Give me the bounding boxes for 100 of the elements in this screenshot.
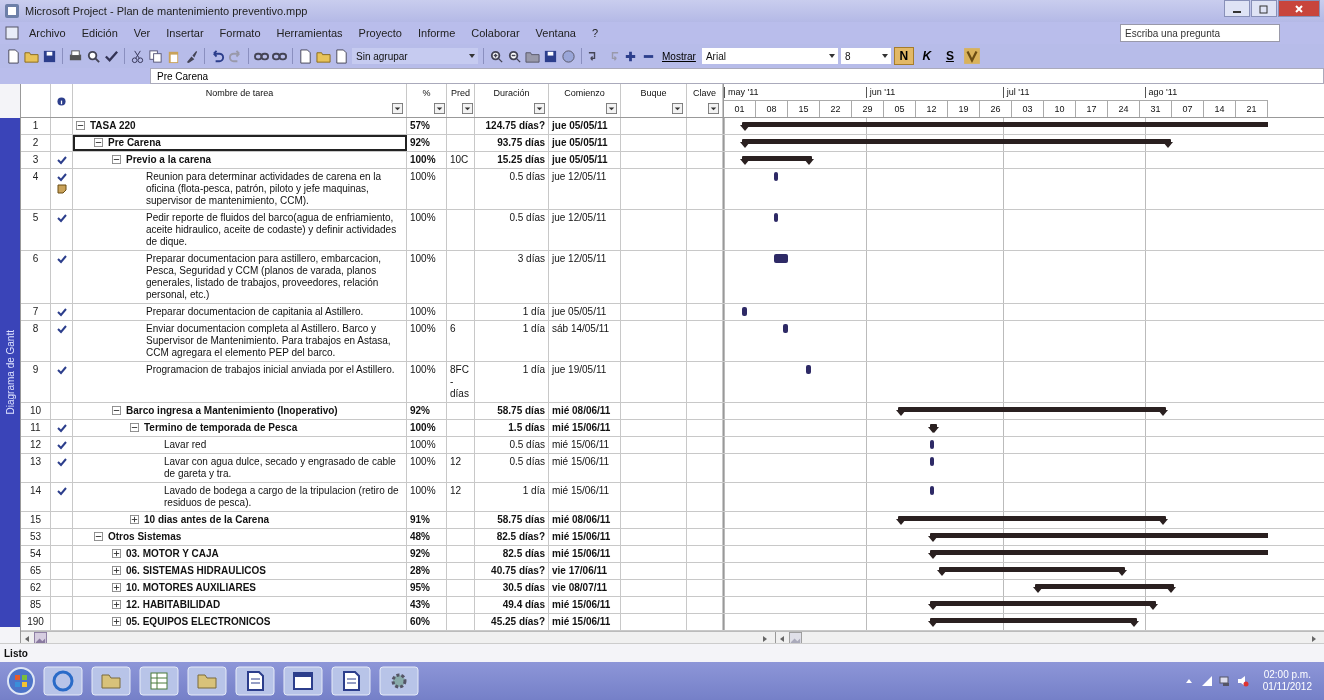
entry-field[interactable]: Pre Carena <box>150 68 1324 84</box>
menu-item[interactable]: Ventana <box>528 25 583 41</box>
duration: 40.75 días? <box>491 565 545 576</box>
start-date: jue 12/05/11 <box>552 171 607 182</box>
italic-button[interactable]: K <box>916 47 937 65</box>
menu-item[interactable]: Colaborar <box>464 25 527 41</box>
row-number[interactable]: 3 <box>21 152 51 168</box>
row-number[interactable]: 12 <box>21 437 51 453</box>
week-label: 26 <box>980 101 1012 117</box>
menu-item[interactable]: ? <box>585 25 606 41</box>
month-label: ago '11 <box>1144 87 1178 98</box>
view-bar[interactable]: Diagrama de Gantt <box>0 118 20 627</box>
percent-complete: 100% <box>410 253 436 264</box>
row-number[interactable]: 85 <box>21 597 51 613</box>
row-number[interactable]: 11 <box>21 420 51 436</box>
menu-item[interactable]: Herramientas <box>269 25 350 41</box>
percent-complete: 100% <box>410 171 436 182</box>
duration: 0.5 días <box>509 212 545 223</box>
task-name: 12. HABITABILIDAD <box>126 599 222 611</box>
duration: 0.5 días <box>509 456 545 467</box>
percent-complete: 28% <box>410 565 430 576</box>
start-date: jue 12/05/11 <box>552 253 607 264</box>
row-number[interactable]: 54 <box>21 546 51 562</box>
start-date: mié 15/06/11 <box>552 616 611 627</box>
row-number[interactable]: 13 <box>21 454 51 482</box>
task-name: Lavado de bodega a cargo de la tripulacion (retiro de residuos de pesca). <box>164 485 400 509</box>
row-number[interactable]: 15 <box>21 512 51 528</box>
duration: 58.75 días <box>497 514 545 525</box>
start-date: jue 12/05/11 <box>552 212 607 223</box>
start-date: mié 15/06/11 <box>552 439 610 450</box>
duration: 45.25 días? <box>491 616 545 627</box>
menu-item[interactable]: Proyecto <box>351 25 409 41</box>
percent-complete: 92% <box>410 405 430 416</box>
task-name: Termino de temporada de Pesca <box>144 422 299 434</box>
column-header[interactable]: Nombre de tarea <box>205 87 274 99</box>
start-date: jue 19/05/11 <box>552 364 607 375</box>
week-label: 21 <box>1236 101 1268 117</box>
row-number[interactable]: 4 <box>21 169 51 209</box>
row-number[interactable]: 53 <box>21 529 51 545</box>
menu-item[interactable]: Insertar <box>159 25 211 41</box>
column-header[interactable]: Duración <box>493 87 530 99</box>
task-name: 03. MOTOR Y CAJA <box>126 548 220 560</box>
task-name: Programacion de trabajos inicial anviada por el Astillero. <box>146 364 396 376</box>
help-search-field[interactable]: Escriba una pregunta <box>1120 24 1280 42</box>
row-number[interactable]: 14 <box>21 483 51 511</box>
week-label: 01 <box>724 101 756 117</box>
row-number[interactable]: 2 <box>21 135 51 151</box>
menu-item[interactable]: Archivo <box>22 25 73 41</box>
group-dropdown[interactable]: Sin agrupar <box>352 48 478 64</box>
duration: 82.5 días <box>502 548 545 559</box>
row-number[interactable]: 62 <box>21 580 51 596</box>
task-name: Preparar documentacion para astillero, embarcacion, Pesca, Seguridad y CCM (planos de varada, planos generales, listado de trabajos, proveedores, relación personal, etc.) <box>146 253 383 301</box>
start-date: jue 05/05/11 <box>552 306 607 317</box>
column-header[interactable]: % <box>422 87 431 99</box>
show-button[interactable]: Mostrar <box>659 50 699 62</box>
percent-complete: 100% <box>410 485 436 496</box>
task-name: Pedir reporte de fluidos del barco(agua de enfriamiento, aceite hidraulico, aceite de codaste) y definir actividades de dique. <box>146 212 398 248</box>
week-label: 14 <box>1204 101 1236 117</box>
underline-button[interactable]: S <box>939 47 960 65</box>
font-dropdown[interactable]: Arial <box>701 48 838 64</box>
column-header[interactable]: Comienzo <box>564 87 605 99</box>
task-name: Enviar documentacion completa al Astillero. Barco y Supervisor de Mantenimiento. Para trabajos en Astasa, CCM agregara el elemento PEP del barco. <box>146 323 392 359</box>
column-header[interactable]: Buque <box>640 87 667 99</box>
week-label: 19 <box>948 101 980 117</box>
row-number[interactable]: 8 <box>21 321 51 361</box>
row-number[interactable]: 5 <box>21 210 51 250</box>
menu-item[interactable]: Edición <box>74 25 125 41</box>
month-label: may '11 <box>724 87 759 98</box>
window-title: Microsoft Project - Plan de mantenimiento preventivo.mpp <box>25 5 308 17</box>
week-label: 05 <box>884 101 916 117</box>
bold-button[interactable]: N <box>893 47 914 65</box>
row-number[interactable]: 1 <box>21 118 51 134</box>
percent-complete: 91% <box>410 514 430 525</box>
menu-item[interactable]: Formato <box>212 25 268 41</box>
row-number[interactable]: 10 <box>21 403 51 419</box>
duration: 1 día <box>522 364 545 375</box>
row-number[interactable]: 7 <box>21 304 51 320</box>
percent-complete: 48% <box>410 531 430 542</box>
percent-complete: 92% <box>410 548 430 559</box>
menu-item[interactable]: Informe <box>411 25 463 41</box>
row-number[interactable]: 65 <box>21 563 51 579</box>
row-number[interactable]: 190 <box>21 614 51 630</box>
menu-item[interactable]: Ver <box>126 25 158 41</box>
row-number[interactable]: 9 <box>21 362 51 402</box>
percent-complete: 100% <box>410 306 436 317</box>
start-date: mié 15/06/11 <box>552 422 611 433</box>
week-label: 03 <box>1012 101 1044 117</box>
start-date: mié 15/06/11 <box>552 548 611 559</box>
duration: 0.5 días <box>509 439 545 450</box>
task-name: 05. EQUIPOS ELECTRONICOS <box>126 616 272 628</box>
column-header[interactable]: Clave <box>693 87 716 99</box>
duration: 58.75 días <box>497 405 545 416</box>
row-number[interactable]: 6 <box>21 251 51 303</box>
percent-complete: 95% <box>410 582 430 593</box>
font-size-dropdown[interactable]: 8 <box>840 48 891 64</box>
selected-cell[interactable]: Pre Carena <box>73 135 407 151</box>
percent-complete: 43% <box>410 599 430 610</box>
column-header[interactable]: Pred <box>451 87 470 99</box>
task-name: 10. MOTORES AUXILIARES <box>126 582 258 594</box>
duration: 82.5 días? <box>496 531 545 542</box>
